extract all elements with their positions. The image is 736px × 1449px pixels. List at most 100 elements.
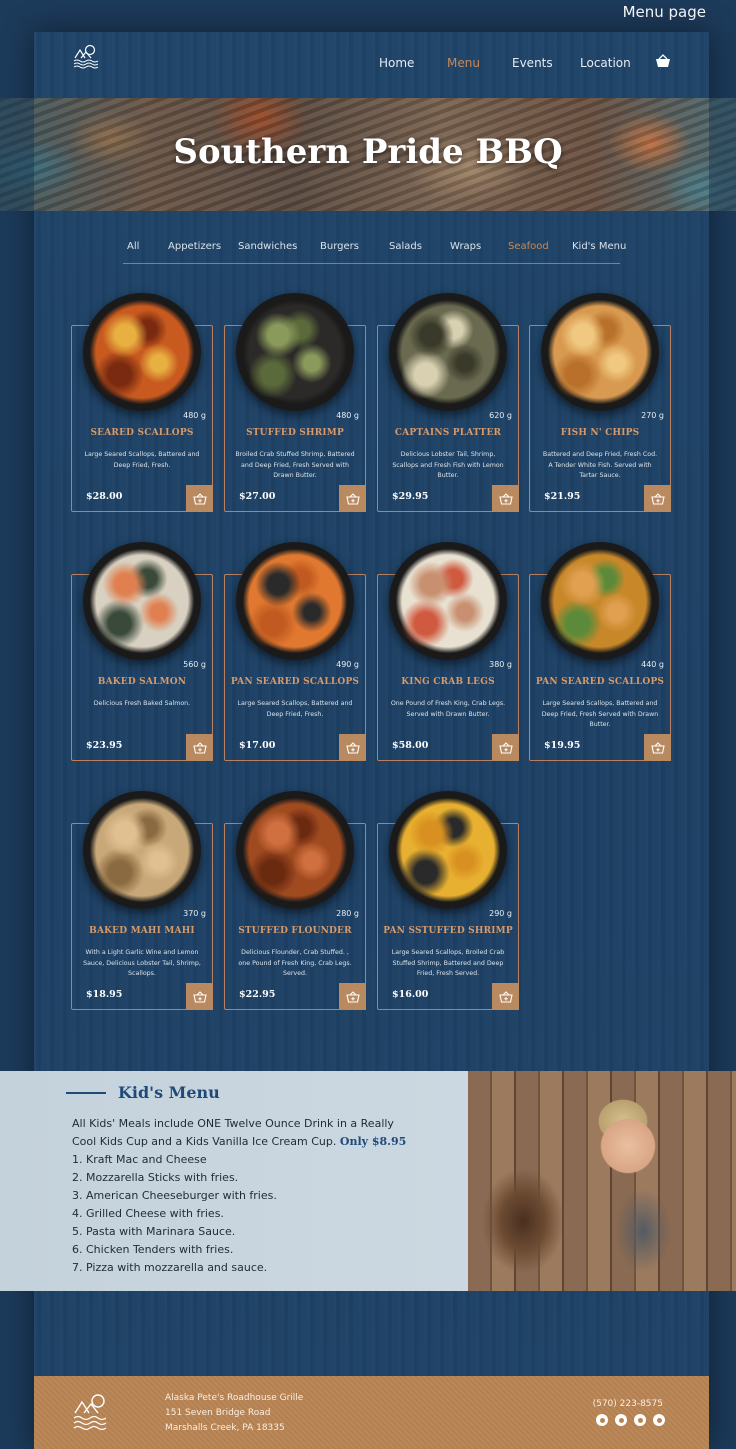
dish-price: $17.00 [239, 740, 276, 751]
dish-description: With a Light Garlic Wine and Lemon Sauce… [83, 949, 201, 977]
dish-weight: 380 g [489, 660, 512, 669]
kids-price: Only $8.95 [339, 1135, 407, 1148]
logo-icon[interactable] [71, 1393, 111, 1431]
dish-weight: 280 g [336, 909, 359, 918]
dish-description: Delicious Lobster Tail, Shrimp, Scallops… [392, 451, 504, 479]
dish-price: $16.00 [392, 989, 429, 1000]
nav-location[interactable]: Location [580, 56, 631, 70]
dish-price: $28.00 [86, 491, 123, 502]
dish-name: STUFFED SHRIMP [246, 428, 344, 438]
basket-plus-icon [498, 741, 513, 754]
add-to-basket-button[interactable] [339, 983, 366, 1010]
dish-name: BAKED MAHI MAHI [89, 926, 195, 936]
facebook-icon[interactable] [615, 1414, 627, 1426]
kids-title-rule [66, 1092, 106, 1094]
dish-price: $22.95 [239, 989, 276, 1000]
dish-weight: 480 g [336, 411, 359, 420]
kids-menu-list: 1. Kraft Mac and Cheese 2. Mozzarella St… [72, 1151, 277, 1277]
dish-name: BAKED SALMON [97, 677, 187, 687]
list-item: 4. Grilled Cheese with fries. [72, 1207, 224, 1220]
dish-price: $27.00 [239, 491, 276, 502]
dish-photo [541, 293, 659, 411]
instagram-icon[interactable] [596, 1414, 608, 1426]
tabs-divider [123, 263, 620, 264]
add-to-basket-button[interactable] [644, 485, 671, 512]
dish-photo [83, 542, 201, 660]
footer-phone[interactable]: (570) 223-8575 [593, 1399, 663, 1409]
dish-price: $29.95 [392, 491, 429, 502]
dish-weight: 560 g [183, 660, 206, 669]
tab-all[interactable]: All [127, 241, 139, 252]
basket-plus-icon [498, 492, 513, 505]
logo-icon[interactable] [72, 44, 100, 70]
kids-photo [468, 1071, 736, 1291]
tab-sandwiches[interactable]: Sandwiches [238, 241, 297, 252]
add-to-basket-button[interactable] [186, 983, 213, 1010]
add-to-basket-button[interactable] [339, 734, 366, 761]
nav-home[interactable]: Home [379, 56, 414, 70]
tab-burgers[interactable]: Burgers [320, 241, 359, 252]
kids-menu-panel: Kid's Menu All Kids' Meals include ONE T… [0, 1071, 468, 1291]
category-tabs: All Appetizers Sandwiches Burgers Salads… [0, 241, 736, 263]
address-line: Marshalls Creek, PA 18335 [165, 1423, 285, 1433]
dish-photo [389, 542, 507, 660]
basket-plus-icon [192, 741, 207, 754]
list-item: 3. American Cheeseburger with fries. [72, 1189, 277, 1202]
nav-menu[interactable]: Menu [447, 56, 480, 70]
list-item: 2. Mozzarella Sticks with fries. [72, 1171, 239, 1184]
add-to-basket-button[interactable] [644, 734, 671, 761]
hero-title: Southern Pride BBQ [173, 132, 563, 172]
basket-plus-icon [192, 990, 207, 1003]
add-to-basket-button[interactable] [492, 734, 519, 761]
basket-plus-icon [650, 741, 665, 754]
dish-photo [83, 293, 201, 411]
dish-name: PAN SSTUFFED SHRIMP [383, 926, 513, 936]
basket-plus-icon [650, 492, 665, 505]
dish-description: Large Seared Scallops, Battered and Deep… [541, 700, 659, 728]
add-to-basket-button[interactable] [186, 485, 213, 512]
dish-description: Large Seared Scallops, Battered and Deep… [237, 700, 353, 718]
add-to-basket-button[interactable] [186, 734, 213, 761]
tab-wraps[interactable]: Wraps [450, 241, 481, 252]
dish-name: PAN SEARED SCALLOPS [230, 677, 360, 687]
add-to-basket-button[interactable] [492, 485, 519, 512]
telegram-icon[interactable] [634, 1414, 646, 1426]
tab-appetizers[interactable]: Appetizers [168, 241, 221, 252]
basket-plus-icon [345, 741, 360, 754]
dish-weight: 440 g [641, 660, 664, 669]
dish-description: Large Seared Scallops, Broiled Crab Stuf… [391, 949, 505, 977]
dish-name: KING CRAB LEGS [401, 677, 495, 687]
kids-menu-title: Kid's Menu [118, 1083, 220, 1102]
dish-photo [83, 791, 201, 909]
dish-name: SEARED SCALLOPS [90, 428, 194, 438]
dish-photo [541, 542, 659, 660]
social-links [596, 1414, 665, 1426]
dish-description: Delicious Flounder, Crab Stuffed. , one … [238, 949, 352, 977]
dish-weight: 270 g [641, 411, 664, 420]
dish-name: PAN SEARED SCALLOPS [535, 677, 665, 687]
tab-salads[interactable]: Salads [389, 241, 422, 252]
basket-plus-icon [345, 990, 360, 1003]
dish-price: $58.00 [392, 740, 429, 751]
basket-icon[interactable] [655, 54, 671, 68]
dish-name: CAPTAINS PLATTER [394, 428, 502, 438]
dish-description: Delicious Fresh Baked Salmon. [93, 700, 191, 707]
basket-plus-icon [345, 492, 360, 505]
list-item: 7. Pizza with mozzarella and sauce. [72, 1261, 268, 1274]
page-label: Menu page [622, 3, 706, 21]
dish-weight: 370 g [183, 909, 206, 918]
dish-photo [389, 293, 507, 411]
add-to-basket-button[interactable] [339, 485, 366, 512]
add-to-basket-button[interactable] [492, 983, 519, 1010]
list-item: 5. Pasta with Marinara Sauce. [72, 1225, 236, 1238]
tab-kids-menu[interactable]: Kid's Menu [572, 241, 626, 252]
tab-seafood[interactable]: Seafood [508, 241, 549, 252]
dish-description: Battered and Deep Fried, Fresh Cod. A Te… [542, 451, 658, 479]
dish-description: Broiled Crab Stuffed Shrimp, Battered an… [235, 451, 355, 479]
list-item: 6. Chicken Tenders with fries. [72, 1243, 234, 1256]
dish-weight: 290 g [489, 909, 512, 918]
dish-photo [389, 791, 507, 909]
nav-events[interactable]: Events [512, 56, 553, 70]
top-nav: Home Menu Events Location [34, 32, 709, 98]
twitter-icon[interactable] [653, 1414, 665, 1426]
